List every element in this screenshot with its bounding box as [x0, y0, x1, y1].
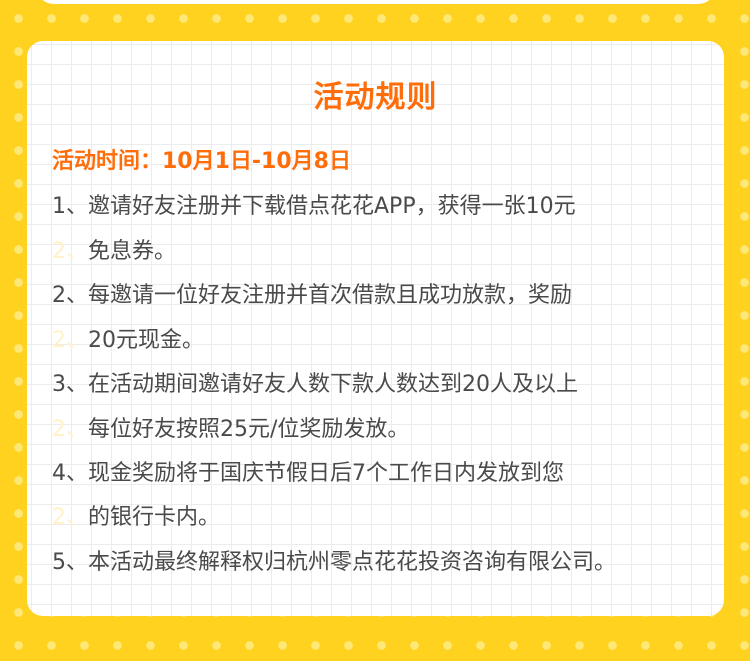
rules-card: 活动规则 活动时间：10月1日-10月8日 1、邀请好友注册并下载借点花花APP… — [27, 41, 724, 616]
rule-4-line-1: 4、现金奖励将于国庆节假日后7个工作日内发放到您 — [52, 461, 564, 486]
rule-1-line-2: 2、免息券。 — [52, 237, 176, 267]
ghost-marker: 2、 — [52, 239, 88, 264]
ghost-marker: 2、 — [52, 505, 88, 530]
activity-time: 活动时间：10月1日-10月8日 — [52, 149, 351, 174]
rule-1-line-1: 1、邀请好友注册并下载借点花花APP，获得一张10元 — [52, 194, 576, 219]
rule-1-continuation: 免息券。 — [88, 239, 177, 264]
ghost-marker: 2、 — [52, 417, 88, 442]
rule-3-continuation: 每位好友按照25元/位奖励发放。 — [88, 417, 410, 442]
rule-5-line-1: 5、本活动最终解释权归杭州零点花花投资咨询有限公司。 — [52, 550, 616, 575]
rule-2-line-2: 2、20元现金。 — [52, 326, 204, 356]
rule-4-continuation: 的银行卡内。 — [88, 505, 221, 530]
rules-title: 活动规则 — [313, 80, 438, 115]
ghost-marker: 2、 — [52, 328, 88, 353]
rule-4-line-2: 2、的银行卡内。 — [52, 503, 220, 533]
rule-2-line-1: 2、每邀请一位好友注册并首次借款且成功放款，奖励 — [52, 283, 572, 308]
rule-2-continuation: 20元现金。 — [88, 328, 204, 353]
rule-3-line-1: 3、在活动期间邀请好友人数下款人数达到20人及以上 — [52, 372, 578, 397]
previous-card-edge — [36, 0, 716, 4]
rule-3-line-2: 2、每位好友按照25元/位奖励发放。 — [52, 415, 409, 445]
